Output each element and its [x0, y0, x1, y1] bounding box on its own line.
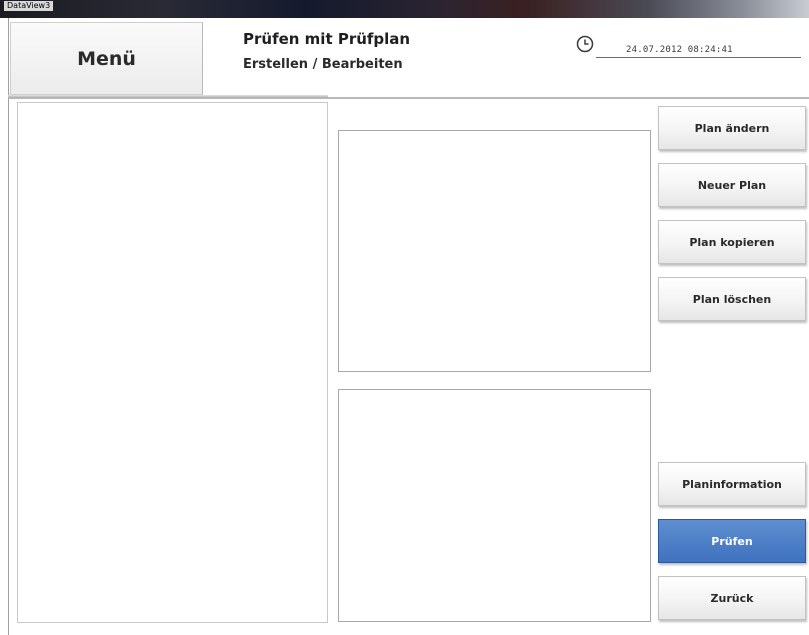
window-title: DataView3	[4, 1, 54, 11]
plan-kopieren-button[interactable]: Plan kopieren	[658, 220, 806, 264]
datetime-underline	[596, 57, 801, 58]
plan-details-panel	[338, 389, 651, 622]
planinformation-button[interactable]: Planinformation	[658, 462, 806, 506]
plan-preview-panel	[338, 130, 651, 372]
menu-button[interactable]: Menü	[10, 22, 203, 95]
zurueck-button[interactable]: Zurück	[658, 576, 806, 620]
page-subtitle: Erstellen / Bearbeiten	[243, 57, 403, 72]
page-title: Prüfen mit Prüfplan	[243, 30, 411, 48]
plan-loeschen-button[interactable]: Plan löschen	[658, 277, 806, 321]
clock-icon	[576, 35, 594, 53]
window-titlebar: DataView3	[0, 0, 809, 18]
datetime-display: 24.07.2012 08:24:41	[626, 45, 733, 55]
header-divider-shadow	[8, 95, 328, 98]
plan-list-panel[interactable]	[17, 102, 328, 623]
plan-aendern-button[interactable]: Plan ändern	[658, 106, 806, 150]
pruefen-button[interactable]: Prüfen	[658, 519, 806, 563]
neuer-plan-button[interactable]: Neuer Plan	[658, 163, 806, 207]
